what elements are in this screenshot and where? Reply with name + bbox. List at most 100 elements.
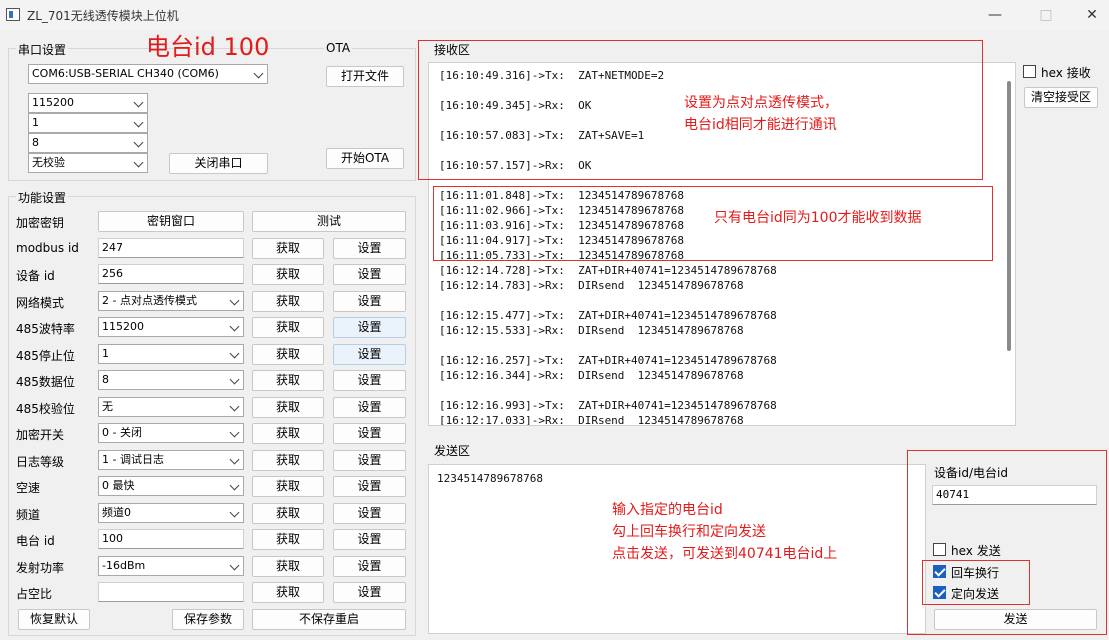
func-row-select[interactable]: 0 - 关闭 xyxy=(98,423,244,443)
set-button[interactable]: 设置 xyxy=(333,555,406,577)
clear-receive-button[interactable]: 清空接受区 xyxy=(1024,87,1098,108)
receive-scrollbar[interactable] xyxy=(1007,81,1011,351)
func-row-input[interactable] xyxy=(98,582,244,602)
chevron-down-icon xyxy=(229,348,240,358)
get-button[interactable]: 获取 xyxy=(252,449,324,471)
open-file-button[interactable]: 打开文件 xyxy=(326,66,404,87)
app-icon xyxy=(6,8,20,21)
chevron-down-icon xyxy=(253,68,264,79)
func-row-input[interactable]: 256 xyxy=(98,264,244,284)
chevron-down-icon xyxy=(229,321,240,332)
set-button[interactable]: 设置 xyxy=(333,343,406,365)
get-button[interactable]: 获取 xyxy=(252,396,324,418)
func-row-label: 日志等级 xyxy=(16,454,65,469)
func-row-label: 485停止位 xyxy=(16,348,75,363)
set-button[interactable]: 设置 xyxy=(333,317,406,338)
func-row-label: 占空比 xyxy=(16,587,53,601)
port-select[interactable]: COM6:USB-SERIAL CH340 (COM6) xyxy=(28,64,268,84)
func-row-select[interactable]: 115200 xyxy=(98,317,244,337)
get-button[interactable]: 获取 xyxy=(252,370,324,391)
set-button[interactable]: 设置 xyxy=(333,529,406,550)
func-row-select[interactable]: 1 - 调试日志 xyxy=(98,449,244,470)
chevron-down-icon xyxy=(229,507,240,517)
chevron-down-icon xyxy=(133,117,144,128)
maximize-button[interactable]: □ xyxy=(1023,0,1069,30)
key-window-button[interactable]: 密钥窗口 xyxy=(98,211,244,232)
close-button[interactable]: ✕ xyxy=(1069,0,1109,30)
save-params-button[interactable]: 保存参数 xyxy=(172,609,244,630)
close-port-button[interactable]: 关闭串口 xyxy=(169,153,268,174)
port-value: COM6:USB-SERIAL CH340 (COM6) xyxy=(32,67,219,80)
chevron-down-icon xyxy=(229,454,240,464)
set-button[interactable]: 设置 xyxy=(333,237,406,259)
set-button[interactable]: 设置 xyxy=(333,449,406,471)
get-button[interactable]: 获取 xyxy=(252,555,324,577)
start-ota-button[interactable]: 开始OTA xyxy=(326,148,404,169)
func-row-value: 8 xyxy=(102,373,109,386)
func-row-select[interactable]: 无 xyxy=(98,396,244,417)
annotation-hint-1: 输入指定的电台id xyxy=(612,502,723,518)
annotation-same-id: 只有电台id同为100才能收到数据 xyxy=(714,210,922,226)
func-row-label: 网络模式 xyxy=(16,295,65,310)
get-button[interactable]: 获取 xyxy=(252,502,324,524)
restore-default-button[interactable]: 恢复默认 xyxy=(18,609,90,630)
minimize-button[interactable]: — xyxy=(972,0,1018,30)
serial-settings-label: 串口设置 xyxy=(16,41,69,58)
func-row-input[interactable]: 247 xyxy=(98,237,244,258)
annotation-p2p-line2: 电台id相同才能进行通讯 xyxy=(684,117,837,133)
set-button[interactable]: 设置 xyxy=(333,396,406,418)
receive-log-line: [16:12:14.728]->Tx: ZAT+DIR+40741=123451… xyxy=(439,264,777,277)
stopbits-value: 1 xyxy=(32,116,39,129)
nosave-restart-button[interactable]: 不保存重启 xyxy=(252,609,406,630)
set-button[interactable]: 设置 xyxy=(333,290,406,312)
get-button[interactable]: 获取 xyxy=(252,264,324,285)
func-row-select[interactable]: 8 xyxy=(98,370,244,390)
get-button[interactable]: 获取 xyxy=(252,582,324,603)
databits-select[interactable]: 8 xyxy=(28,133,148,153)
get-button[interactable]: 获取 xyxy=(252,317,324,338)
set-button[interactable]: 设置 xyxy=(333,423,406,444)
func-row-label: 设备 id xyxy=(16,269,55,283)
get-button[interactable]: 获取 xyxy=(252,290,324,312)
func-row-label: 频道 xyxy=(16,507,41,522)
parity-value: 无校验 xyxy=(32,156,65,169)
func-row-label: modbus id xyxy=(16,240,79,255)
window-title: ZL_701无线透传模块上位机 xyxy=(27,9,179,23)
receive-log-line: [16:12:15.533]->Rx: DIRsend 123451478967… xyxy=(439,324,744,337)
get-button[interactable]: 获取 xyxy=(252,529,324,550)
func-row-select[interactable]: 2 - 点对点透传模式 xyxy=(98,290,244,311)
func-row-input[interactable]: 100 xyxy=(98,529,244,549)
set-button[interactable]: 设置 xyxy=(333,370,406,391)
baud-select[interactable]: 115200 xyxy=(28,93,148,113)
get-button[interactable]: 获取 xyxy=(252,237,324,259)
chevron-down-icon xyxy=(133,157,144,168)
get-button[interactable]: 获取 xyxy=(252,343,324,365)
set-button[interactable]: 设置 xyxy=(333,264,406,285)
radio-id-annotation: 电台id 100 xyxy=(146,33,270,61)
annotation-p2p-line1: 设置为点对点透传模式， xyxy=(684,95,838,111)
stopbits-select[interactable]: 1 xyxy=(28,113,148,133)
baud-value: 115200 xyxy=(32,96,74,109)
receive-log-line: [16:12:17.033]->Rx: DIRsend 123451478967… xyxy=(439,414,744,426)
set-button[interactable]: 设置 xyxy=(333,476,406,497)
func-row-select[interactable]: 1 xyxy=(98,343,244,364)
title-bar: ZL_701无线透传模块上位机 — □ ✕ xyxy=(0,0,1109,30)
func-row-value: 无 xyxy=(102,399,113,413)
receive-log-line: [16:12:15.477]->Tx: ZAT+DIR+40741=123451… xyxy=(439,309,777,322)
func-row-label: 485数据位 xyxy=(16,375,75,389)
func-row-label: 485校验位 xyxy=(16,401,75,416)
func-row-label: 加密开关 xyxy=(16,428,65,442)
get-button[interactable]: 获取 xyxy=(252,423,324,444)
get-button[interactable]: 获取 xyxy=(252,476,324,497)
func-row-select[interactable]: 频道0 xyxy=(98,502,244,523)
set-button[interactable]: 设置 xyxy=(333,502,406,524)
func-row-label: 加密密钥 xyxy=(16,216,65,230)
test-button[interactable]: 测试 xyxy=(252,211,406,232)
parity-select[interactable]: 无校验 xyxy=(28,153,148,173)
func-row-select[interactable]: 0 最快 xyxy=(98,476,244,496)
set-button[interactable]: 设置 xyxy=(333,582,406,603)
func-row-select[interactable]: -16dBm xyxy=(98,555,244,576)
hex-receive-checkbox[interactable] xyxy=(1023,65,1036,78)
send-text: 1234514789678768 xyxy=(437,472,543,485)
func-row-label: 电台 id xyxy=(16,534,55,548)
